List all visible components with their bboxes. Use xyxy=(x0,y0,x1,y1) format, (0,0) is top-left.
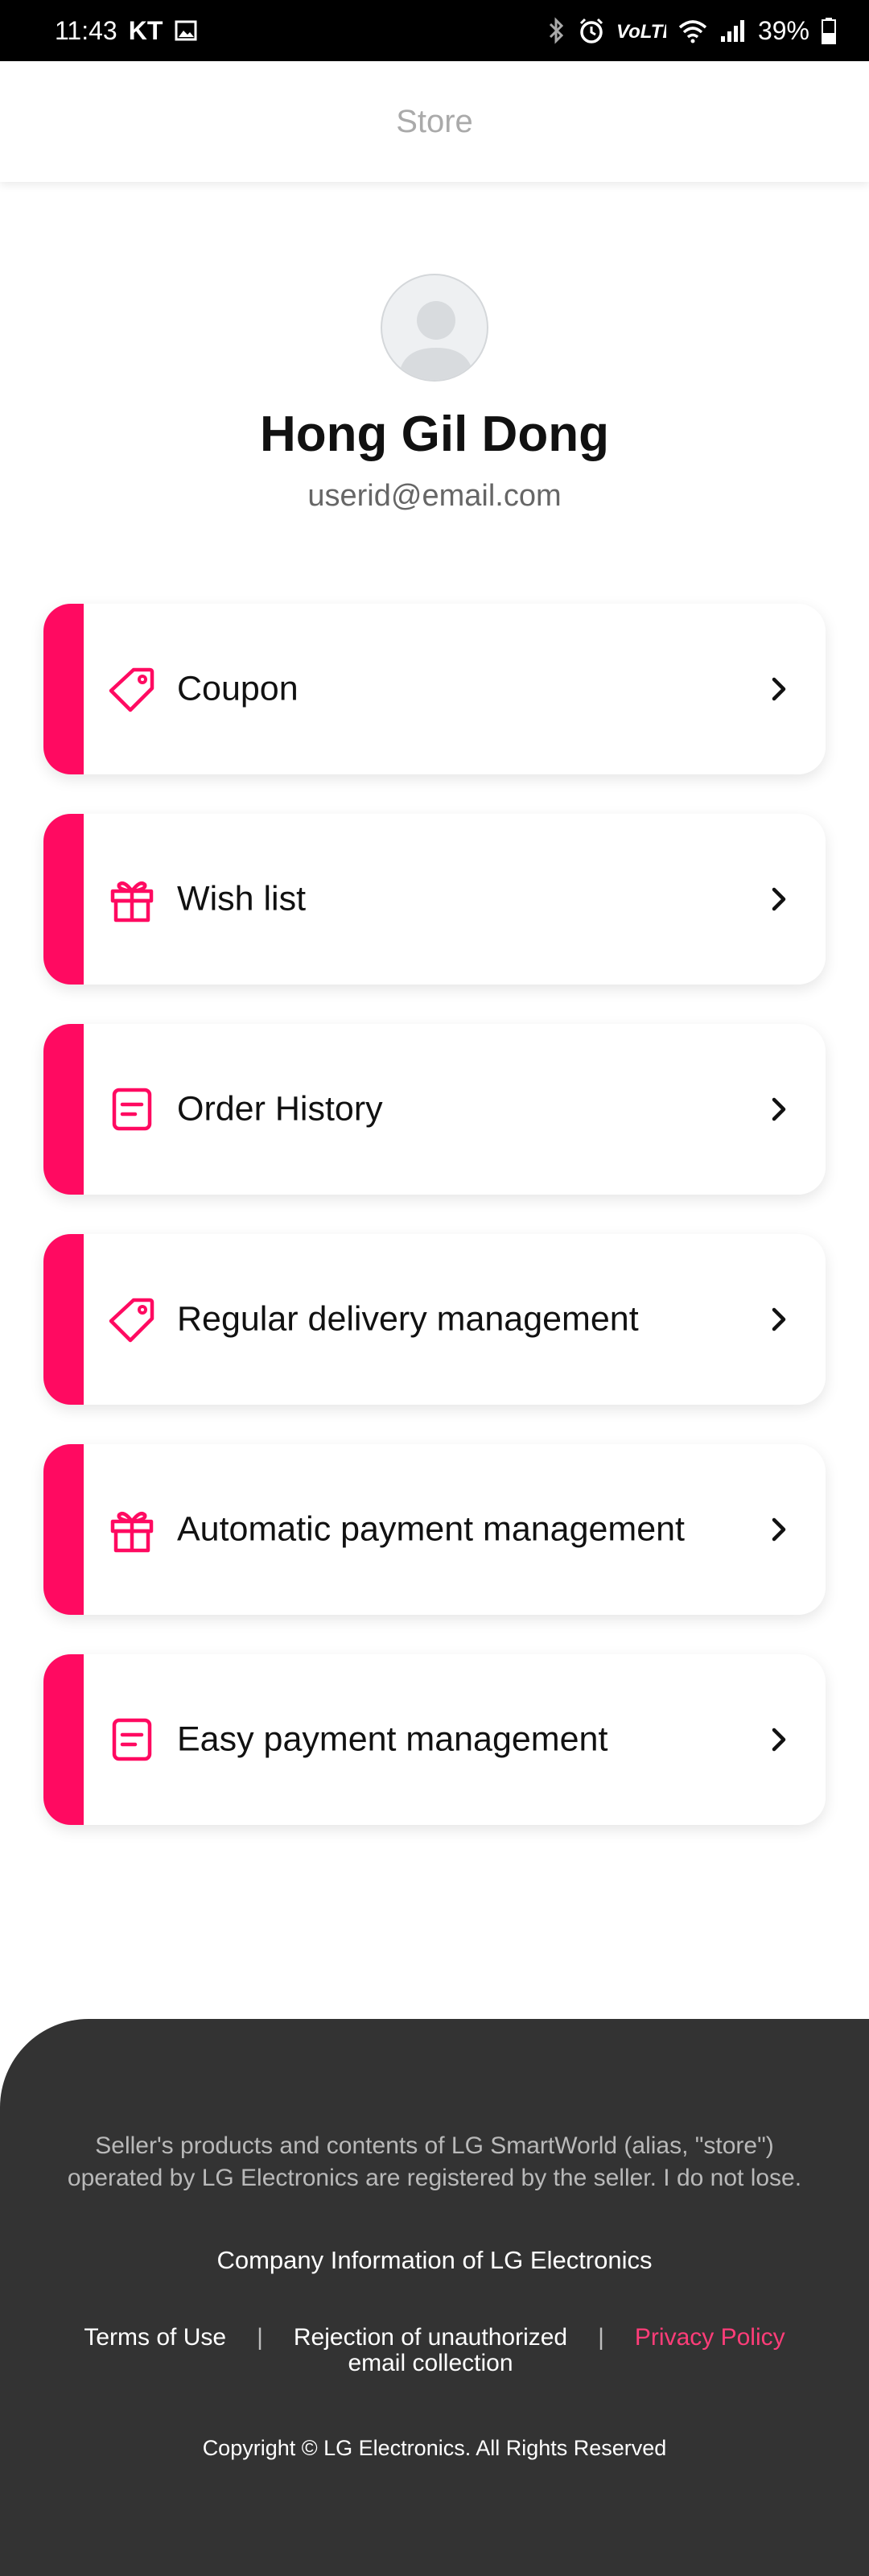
menu-accent-bar xyxy=(43,1654,84,1825)
status-carrier: KT xyxy=(128,15,163,45)
document-icon xyxy=(112,1718,152,1761)
chevron-right-icon xyxy=(772,1728,786,1752)
menu-item-easy-payment[interactable]: Easy payment management xyxy=(43,1654,826,1825)
menu-list: Coupon Wish list Order History Regular d… xyxy=(43,604,826,1864)
user-silhouette-icon xyxy=(398,301,474,380)
battery-level: 39% xyxy=(757,15,809,45)
gift-icon xyxy=(110,1512,154,1553)
page-title: Store xyxy=(396,103,473,139)
chevron-right-icon xyxy=(772,1307,786,1331)
email-rejection-line: Rejection of unauthorized xyxy=(293,2324,568,2351)
menu-item-label: Coupon xyxy=(177,669,299,708)
chevron-right-icon xyxy=(772,677,786,701)
terms-of-use-link[interactable]: Terms of Use xyxy=(84,2325,226,2351)
menu-item-label: Easy payment management xyxy=(177,1719,608,1759)
email-rejection-link[interactable]: Rejection of unauthorized email collecti… xyxy=(294,2325,567,2376)
menu-item-label: Regular delivery management xyxy=(177,1299,639,1339)
status-bar: 11:43 KT VoLTE 39% xyxy=(0,0,869,61)
menu-item-order-history[interactable]: Order History xyxy=(43,1024,826,1195)
menu-item-coupon[interactable]: Coupon xyxy=(43,604,826,774)
footer-separator: | xyxy=(598,2324,604,2351)
menu-accent-bar xyxy=(43,1234,84,1405)
alarm-icon xyxy=(578,17,605,44)
document-icon xyxy=(112,1088,152,1131)
menu-item-label: Wish list xyxy=(177,879,307,919)
tag-icon xyxy=(109,1298,154,1343)
bluetooth-icon xyxy=(547,17,566,44)
volte-icon: VoLTE xyxy=(616,19,666,43)
footer: Seller's products and contents of LG Sma… xyxy=(0,2019,869,2576)
tag-icon xyxy=(109,667,154,712)
menu-item-wish-list[interactable]: Wish list xyxy=(43,814,826,985)
menu-accent-bar xyxy=(43,1444,84,1615)
footer-links: Terms of Use | Rejection of unauthorized… xyxy=(0,2325,869,2376)
footer-separator: | xyxy=(257,2324,263,2351)
user-email: userid@email.com xyxy=(307,479,562,513)
avatar[interactable] xyxy=(381,274,488,382)
menu-accent-bar xyxy=(43,1024,84,1195)
signal-icon xyxy=(719,19,747,43)
chevron-right-icon xyxy=(772,1097,786,1121)
app-header: Store xyxy=(0,61,869,182)
menu-accent-bar xyxy=(43,814,84,985)
profile-section: Hong Gil Dong userid@email.com xyxy=(0,274,869,514)
menu-item-label: Automatic payment management xyxy=(177,1509,685,1549)
wifi-icon xyxy=(677,18,708,43)
menu-accent-bar xyxy=(43,604,84,774)
company-info-link[interactable]: Company Information of LG Electronics xyxy=(0,2246,869,2275)
menu-item-regular-delivery[interactable]: Regular delivery management xyxy=(43,1234,826,1405)
chevron-right-icon xyxy=(772,1517,786,1542)
privacy-policy-link[interactable]: Privacy Policy xyxy=(635,2325,785,2351)
volte-text: VoLTE xyxy=(616,21,666,43)
footer-notice: Seller's products and contents of LG Sma… xyxy=(48,2130,821,2194)
copyright: Copyright © LG Electronics. All Rights R… xyxy=(202,2436,667,2460)
footer-notice-line: operated by LG Electronics are registere… xyxy=(67,2165,802,2191)
user-name: Hong Gil Dong xyxy=(260,407,609,462)
image-icon xyxy=(174,19,198,43)
status-left: 11:43 KT xyxy=(55,16,198,46)
battery-icon xyxy=(821,17,837,44)
chevron-right-icon xyxy=(772,887,786,911)
status-right: VoLTE 39% xyxy=(547,16,837,46)
footer-notice-line: Seller's products and contents of LG Sma… xyxy=(95,2132,774,2159)
menu-item-automatic-payment[interactable]: Automatic payment management xyxy=(43,1444,826,1615)
menu-item-label: Order History xyxy=(177,1089,383,1129)
email-rejection-line: email collection xyxy=(348,2350,513,2376)
gift-icon xyxy=(110,881,154,923)
status-time: 11:43 xyxy=(55,15,117,45)
